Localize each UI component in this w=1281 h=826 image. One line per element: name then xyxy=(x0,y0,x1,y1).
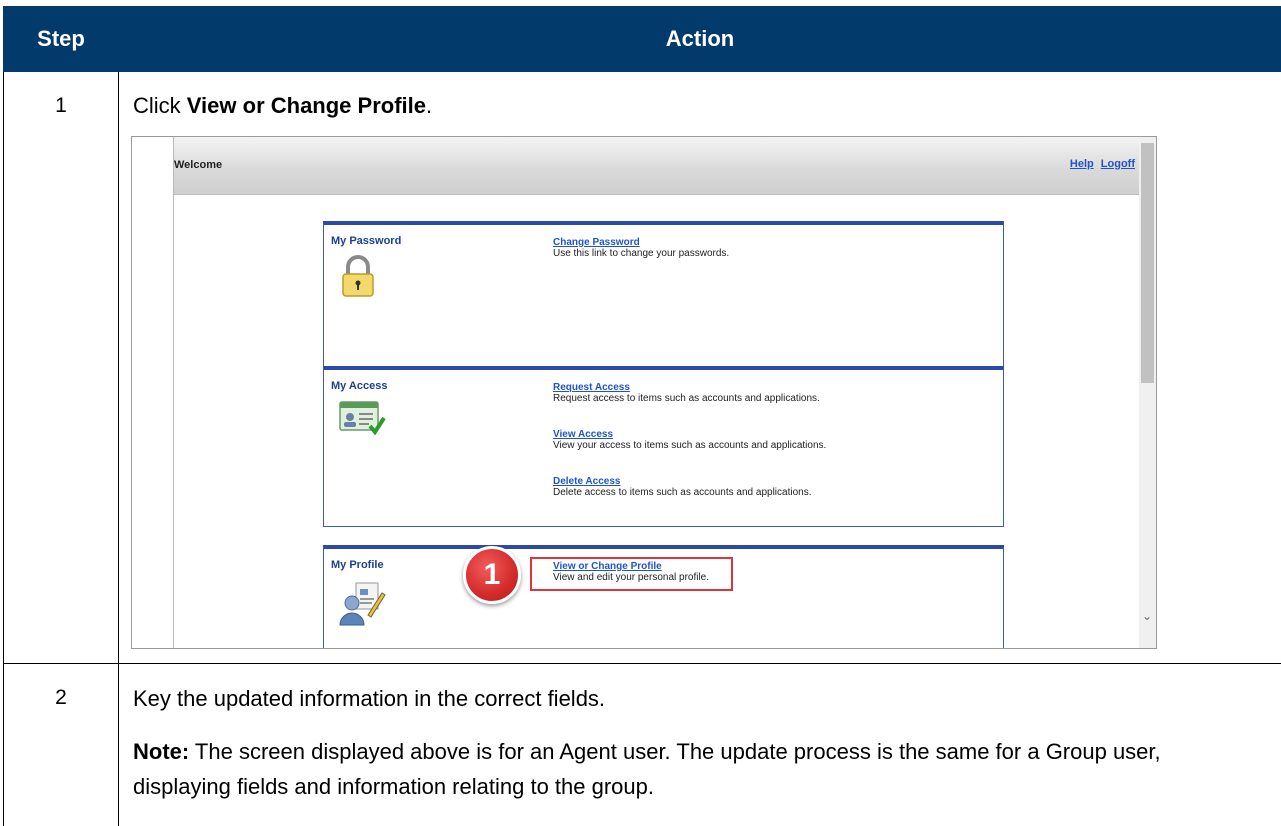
top-links: Help Logoff xyxy=(1066,158,1135,170)
header-action: Action xyxy=(665,26,735,51)
step-2-instruction: Key the updated information in the corre… xyxy=(133,686,606,711)
change-password-link[interactable]: Change Password xyxy=(553,237,729,248)
padlock-icon xyxy=(338,255,378,302)
logoff-link[interactable]: Logoff xyxy=(1101,158,1135,170)
chevron-down-icon[interactable]: ⌄ xyxy=(1142,609,1152,623)
delete-access-link[interactable]: Delete Access xyxy=(553,476,811,487)
callout-badge: 1 xyxy=(463,546,521,604)
link-block-change-password: Change Password Use this link to change … xyxy=(553,237,729,259)
profile-edit-icon xyxy=(338,581,386,632)
step-1-instruction: Click View or Change Profile. xyxy=(133,93,433,118)
request-access-link[interactable]: Request Access xyxy=(553,382,820,393)
change-password-desc: Use this link to change your passwords. xyxy=(553,248,730,259)
table-header: Step Action xyxy=(3,6,1281,72)
help-link[interactable]: Help xyxy=(1070,158,1094,170)
panel-title: My Profile xyxy=(331,559,384,571)
panel-title: My Password xyxy=(331,235,402,247)
row-divider xyxy=(3,663,1281,664)
highlight-box xyxy=(530,557,733,591)
procedure-table: Step Action 1 Click View or Change Profi… xyxy=(0,0,1281,826)
link-block-delete-access: Delete Access Delete access to items suc… xyxy=(553,476,811,498)
panel-my-access: My Access Request Access Request access … xyxy=(323,366,1004,527)
welcome-title: Welcome xyxy=(174,159,223,171)
scroll-thumb[interactable] xyxy=(1141,143,1154,383)
link-block-view-access: View Access View your access to items su… xyxy=(553,429,826,451)
view-access-link[interactable]: View Access xyxy=(553,429,826,440)
note-label: Note: xyxy=(133,739,190,764)
step-2-note: Note: The screen displayed above is for … xyxy=(133,734,1253,804)
welcome-bar: Welcome Help Logoff xyxy=(174,137,1139,195)
app-window: Welcome Help Logoff My Password Change P… xyxy=(173,137,1143,648)
step-number-1: 1 xyxy=(55,94,67,117)
table-border-left xyxy=(3,72,4,826)
app-screenshot: Welcome Help Logoff My Password Change P… xyxy=(131,136,1157,649)
table-column-divider xyxy=(118,72,119,826)
step-number-2: 2 xyxy=(55,686,67,709)
scrollbar[interactable]: ⌄ xyxy=(1139,137,1156,648)
access-card-icon xyxy=(338,398,386,441)
request-access-desc: Request access to items such as accounts… xyxy=(553,393,820,404)
header-step: Step xyxy=(37,26,85,51)
note-body: The screen displayed above is for an Age… xyxy=(133,739,1161,799)
delete-access-desc: Delete access to items such as accounts … xyxy=(553,487,812,498)
panel-title: My Access xyxy=(331,380,388,392)
view-access-desc: View your access to items such as accoun… xyxy=(553,440,827,451)
link-block-request-access: Request Access Request access to items s… xyxy=(553,382,820,404)
step-1-target: View or Change Profile xyxy=(186,93,426,118)
